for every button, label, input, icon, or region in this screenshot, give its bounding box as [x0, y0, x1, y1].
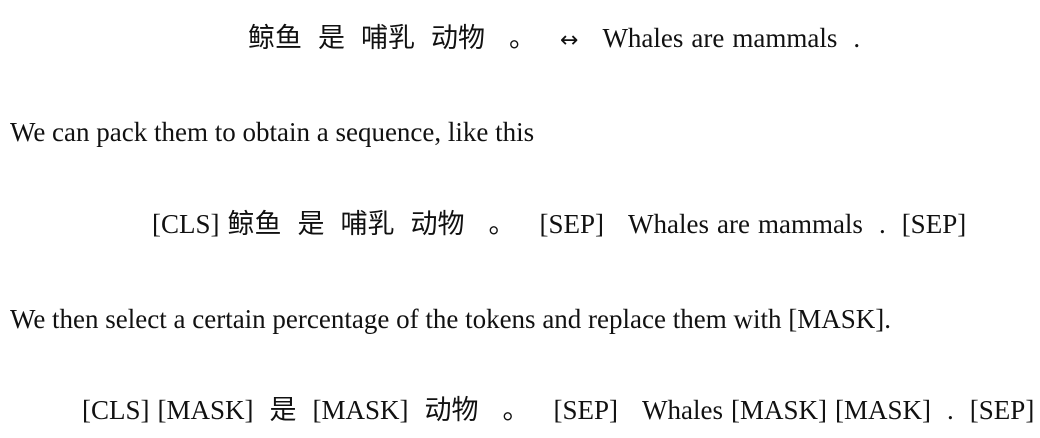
zh-token: 是 — [318, 23, 345, 53]
zh-token: 是 — [297, 209, 325, 239]
en-token: are — [716, 209, 750, 239]
en-token: Whales — [642, 395, 724, 425]
en-token: mammals — [757, 209, 863, 239]
zh-token: 鲸鱼 — [227, 209, 282, 239]
sentence-pair: 鲸鱼是哺乳 动物。 ↔ Whales are mammals. — [248, 21, 860, 58]
zh-token: 动物 — [424, 395, 479, 425]
masked-sequence: [CLS] [MASK] 是 [MASK] 动物。 [SEP] Whales [MASK] [M… — [82, 393, 1034, 427]
en-token: Whales — [602, 23, 684, 53]
cls-token: [CLS] — [152, 209, 220, 239]
sep-token: [SEP] — [553, 395, 619, 425]
zh-token: 是 — [269, 395, 297, 425]
zh-token: 哺乳 — [340, 209, 395, 239]
en-token: Whales — [628, 209, 709, 239]
mask-token: [MASK] — [835, 395, 932, 425]
sep-token: [SEP] — [969, 395, 1035, 425]
en-token: . — [853, 23, 861, 53]
sep-token: [SEP] — [539, 209, 605, 239]
zh-token: 。 — [502, 395, 530, 425]
mask-token: [MASK] — [731, 395, 828, 425]
paragraph-pack: We can pack them to obtain a sequence, l… — [10, 117, 535, 147]
en-token: . — [878, 209, 886, 239]
zh-token: 鲸鱼 — [248, 23, 302, 53]
zh-token: 。 — [509, 23, 536, 53]
bidirectional-arrow: ↔ — [560, 28, 579, 53]
en-token: . — [947, 395, 954, 425]
mask-token: [MASK] — [157, 395, 254, 425]
zh-token: 动物 — [410, 209, 465, 239]
cls-token: [CLS] — [82, 395, 150, 425]
zh-token: 。 — [488, 209, 516, 239]
sep-token: [SEP] — [901, 209, 967, 239]
packed-sequence: [CLS] 鲸鱼是哺乳 动物。 [SEP] Whales are mammals. [SEP] — [152, 207, 966, 241]
zh-token: 哺乳 — [361, 23, 415, 53]
paragraph-mask: We then select a certain percentage of t… — [10, 304, 891, 334]
mask-token: [MASK] — [312, 395, 409, 425]
en-token: are — [691, 23, 725, 53]
zh-token: 动物 — [431, 23, 485, 53]
en-token: mammals — [732, 23, 838, 53]
